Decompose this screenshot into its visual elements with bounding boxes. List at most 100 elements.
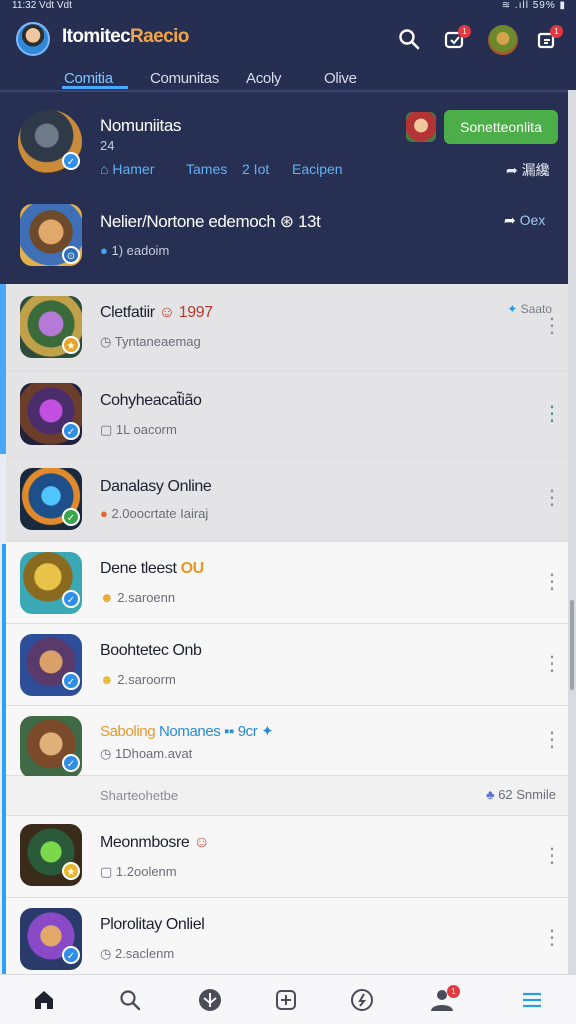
notification-badge: 1	[458, 25, 471, 38]
join-button[interactable]: Sonetteonlita	[444, 110, 558, 144]
verified-icon: ✓	[62, 946, 80, 964]
profile-badge: 1	[447, 985, 460, 998]
emoji-icon: ☺	[193, 834, 210, 851]
emoji-icon: ☻	[100, 672, 118, 687]
list-item[interactable]: ✓ Danalasy Online ● 2.0oocrtate Iairaj ⋮	[6, 458, 568, 542]
tab-olive[interactable]: Olive	[324, 70, 357, 87]
tab-comitia[interactable]: Comitia	[64, 70, 113, 87]
verified-icon: ✓	[62, 590, 80, 608]
online-icon: ●	[100, 243, 112, 258]
clock-icon: ◷	[100, 946, 115, 961]
featured-link-iot[interactable]: 2 Iot	[242, 161, 269, 177]
add-post-icon[interactable]	[266, 985, 306, 1015]
list-item-title: Danalasy Online	[100, 478, 212, 495]
list-item-meta: ▢ 1L oacorm	[100, 422, 177, 437]
group-icon: ♣	[486, 787, 499, 802]
featured-link-eacipen[interactable]: Eacipen	[292, 161, 343, 177]
list-item[interactable]: ✓ Cohyheacat̃ião ▢ 1L oacorm ⋮	[6, 372, 568, 458]
list-item[interactable]: ★ Meonmbosre ☺ ▢ 1.2oolenm ⋮	[6, 816, 568, 898]
tab-comunitas[interactable]: Comunitas	[150, 70, 219, 87]
verified-icon: ⊙	[62, 246, 80, 264]
more-options-icon[interactable]: ⋮	[542, 404, 562, 424]
emoji-icon: ☻	[100, 590, 118, 605]
more-options-icon[interactable]: ⋮	[542, 488, 562, 508]
featured2-meta: ● 1) eadoim	[100, 243, 170, 258]
app-title-main: Itomitec	[62, 26, 131, 47]
star-icon: ★	[62, 862, 80, 880]
featured-link-hamer[interactable]: ⌂ Hamer	[100, 161, 154, 177]
app-title-accent: Raecio	[130, 26, 189, 47]
list-item[interactable]: ✓ Saboling Nomanes ▪▪ 9cr ✦ ◷ 1Dhoam.ava…	[6, 706, 568, 778]
featured-share-button[interactable]: ➦ 漏纔	[506, 160, 550, 180]
divider	[0, 90, 568, 92]
clock-icon: ◷	[100, 334, 115, 349]
share-arrow-icon: ➦	[506, 162, 522, 178]
menu-icon[interactable]	[512, 985, 552, 1015]
list-item[interactable]: ✓ Boohtetec Onb ☻ 2.saroorm ⋮	[6, 624, 568, 706]
verified-icon: ✓	[62, 422, 80, 440]
avatar[interactable]	[16, 22, 50, 56]
fire-icon: ●	[100, 506, 112, 521]
list-item-meta: ☻ 2.saroorm	[100, 672, 176, 687]
list-item-meta: ☻ 2.saroenn	[100, 590, 176, 605]
tab-acoly[interactable]: Acoly	[246, 70, 281, 87]
verified-icon: ✓	[62, 672, 80, 690]
list-item-tag: ✦ Saato	[507, 302, 552, 316]
featured-link-tames[interactable]: Tames	[186, 161, 227, 177]
list-item-title: Cletfatiir ☺ 1997	[100, 304, 213, 321]
scrollbar[interactable]	[568, 90, 576, 974]
list-item[interactable]: ✓ Plorolitay Onliel ◷ 2.saclenm ⋮	[6, 898, 568, 974]
scrollbar-thumb[interactable]	[570, 600, 574, 690]
friend-avatar[interactable]	[488, 25, 518, 55]
verified-icon: ✓	[62, 754, 80, 772]
check-icon: ✓	[62, 508, 80, 526]
list-item-title: Boohtetec Onb	[100, 642, 202, 659]
list-item-meta: ● 2.0oocrtate Iairaj	[100, 506, 209, 521]
star-icon: ★	[62, 336, 80, 354]
more-options-icon[interactable]: ⋮	[542, 846, 562, 866]
list-item[interactable]: ★ Cletfatiir ☺ 1997 ◷ Tyntaneaemag ✦ Saa…	[6, 284, 568, 372]
bird-icon: ✦	[261, 723, 274, 740]
list-item[interactable]: ✓ Dene tleest OU ☻ 2.saroenn ⋮	[6, 542, 568, 624]
app-header: ItomitecRaecio 1 1 Comitia Comunitas Aco…	[0, 12, 576, 90]
member-avatar[interactable]	[406, 112, 436, 142]
more-options-icon[interactable]: ⋮	[542, 654, 562, 674]
bottom-nav: 1	[0, 974, 576, 1024]
search-icon[interactable]	[396, 27, 422, 53]
list-item-title: Plorolitay Onliel	[100, 916, 205, 933]
more-options-icon[interactable]: ⋮	[542, 316, 562, 336]
home-icon: ⌂	[100, 161, 113, 177]
list-item-title: Saboling Nomanes ▪▪ 9cr ✦	[100, 723, 274, 740]
more-options-icon[interactable]: ⋮	[542, 928, 562, 948]
featured-title[interactable]: Nomuniitas	[100, 116, 181, 136]
share-badge: 1	[550, 25, 563, 38]
activity-icon[interactable]	[342, 985, 382, 1015]
list-item-meta: ◷ Tyntaneaemag	[100, 334, 201, 349]
search-icon[interactable]	[110, 985, 150, 1015]
verified-icon: ✓	[62, 152, 80, 170]
box-icon: ▢	[100, 864, 116, 879]
list-item-title: Dene tleest OU	[100, 560, 204, 577]
emoji-icon: ☺ 1997	[158, 304, 213, 321]
explore-icon[interactable]	[190, 985, 230, 1015]
featured-count: 24	[100, 138, 115, 153]
app-title: ItomitecRaecio	[62, 26, 189, 48]
list-item-meta: ◷ 2.saclenm	[100, 946, 175, 961]
section-label: Sharteohetbe	[100, 788, 179, 803]
active-tab-indicator	[62, 86, 128, 89]
home-icon[interactable]	[24, 985, 64, 1015]
more-options-icon[interactable]: ⋮	[542, 572, 562, 592]
clock-icon: ◷	[100, 746, 115, 761]
list-item-title: Cohyheacat̃ião	[100, 392, 202, 409]
list-item-meta: ◷ 1Dhoam.avat	[100, 746, 193, 761]
more-options-icon[interactable]: ⋮	[542, 730, 562, 750]
featured2-title[interactable]: Nelier/Nortone edemoch ⊛ 13t	[100, 212, 321, 232]
share-arrow-icon: ➦	[504, 212, 520, 228]
bird-icon: ✦	[507, 302, 521, 316]
featured2-share-button[interactable]: ➦ Oex	[504, 212, 545, 229]
status-bar: 11:32 Vdt Vdt ≋ .ıll 59% ▮	[0, 0, 576, 12]
section-header: Sharteohetbe ♣ 62 Snmile	[6, 776, 568, 816]
box-icon: ▢	[100, 422, 116, 437]
status-time: 11:32 Vdt Vdt	[12, 0, 72, 11]
list-item-title: Meonmbosre ☺	[100, 834, 210, 851]
